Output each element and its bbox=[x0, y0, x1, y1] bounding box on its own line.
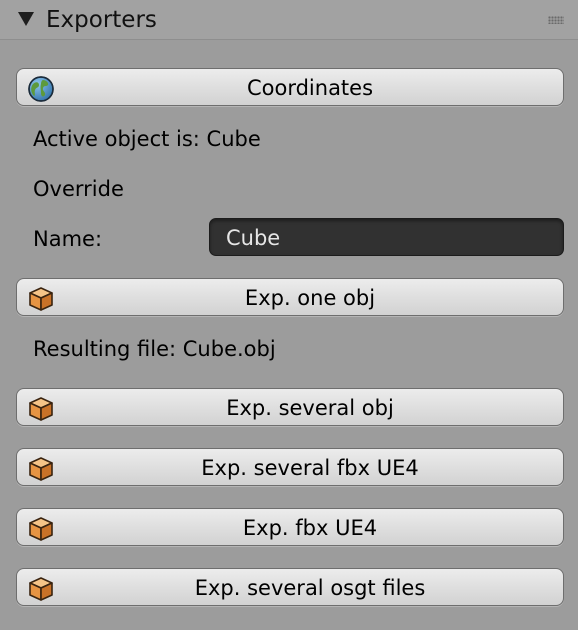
export-one-obj-label: Exp. one obj bbox=[244, 286, 376, 310]
export-several-obj-label: Exp. several obj bbox=[226, 396, 394, 420]
panel-title: Exporters bbox=[46, 7, 157, 33]
cube-icon bbox=[27, 285, 55, 313]
export-several-osgt-button[interactable]: Exp. several osgt files bbox=[16, 568, 564, 606]
panel-header[interactable]: Exporters bbox=[0, 0, 578, 40]
world-icon bbox=[28, 76, 54, 102]
export-several-obj-button[interactable]: Exp. several obj bbox=[16, 388, 564, 426]
cube-icon bbox=[27, 575, 55, 603]
cube-icon bbox=[27, 515, 55, 543]
export-several-osgt-label: Exp. several osgt files bbox=[194, 576, 426, 600]
export-fbx-ue4-button[interactable]: Exp. fbx UE4 bbox=[16, 508, 564, 546]
triangle-down-icon[interactable] bbox=[18, 12, 34, 26]
override-label: Override bbox=[33, 177, 124, 201]
cube-icon bbox=[27, 395, 55, 423]
export-one-obj-button[interactable]: Exp. one obj bbox=[16, 278, 564, 316]
coordinates-button-label: Coordinates bbox=[246, 76, 374, 100]
export-fbx-ue4-label: Exp. fbx UE4 bbox=[242, 516, 378, 540]
export-several-fbx-ue4-button[interactable]: Exp. several fbx UE4 bbox=[16, 448, 564, 486]
name-input-value: Cube bbox=[226, 226, 281, 250]
cube-icon bbox=[27, 455, 55, 483]
active-object-text: Active object is: Cube bbox=[33, 127, 261, 151]
name-label: Name: bbox=[33, 227, 103, 251]
coordinates-button[interactable]: Coordinates bbox=[16, 68, 564, 106]
export-several-fbx-ue4-label: Exp. several fbx UE4 bbox=[201, 456, 419, 480]
resulting-file-text: Resulting file: Cube.obj bbox=[33, 337, 276, 361]
name-input[interactable]: Cube bbox=[209, 218, 564, 256]
grip-icon[interactable] bbox=[548, 16, 564, 24]
